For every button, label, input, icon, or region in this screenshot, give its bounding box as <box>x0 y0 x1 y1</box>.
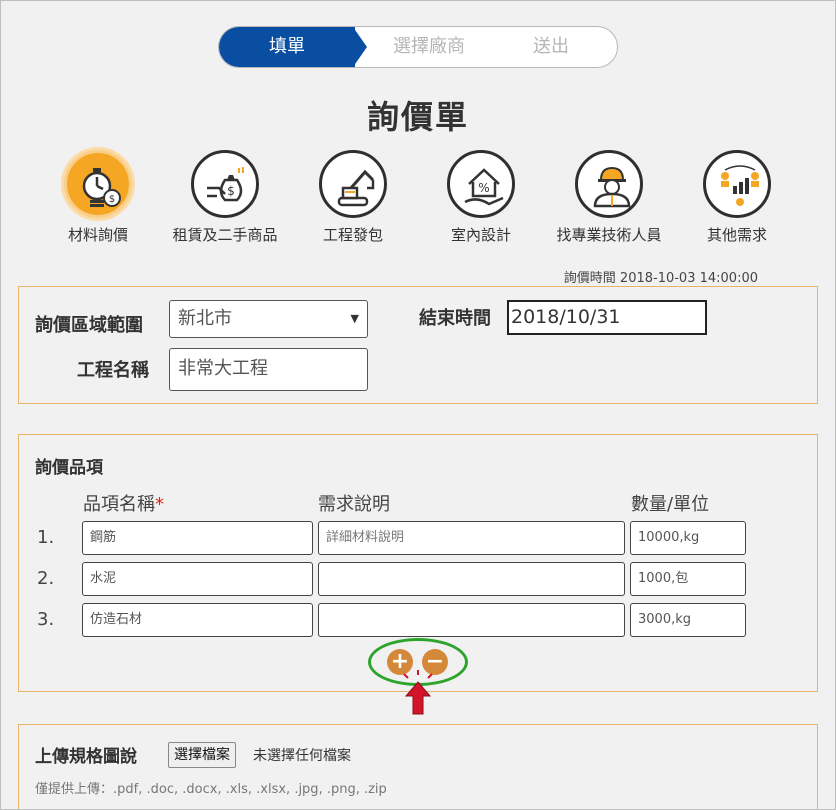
category-label: 材料詢價 <box>67 226 128 244</box>
end-time-label: 結束時間 <box>419 308 491 329</box>
timer-coins-icon: $ <box>82 168 121 207</box>
category-label: 租賃及二手商品 <box>172 226 278 244</box>
end-time-input[interactable]: 2018/10/31 <box>507 300 707 335</box>
upload-panel: 上傳規格圖說 選擇檔案 未選擇任何檔案 僅提供上傳：.pdf, .doc, .d… <box>18 724 818 810</box>
inquiry-info-panel: 詢價區域範圍 新北市 ▼ 結束時間 2018/10/31 工程名稱 非常大工程 <box>18 286 818 404</box>
worker-icon <box>593 166 631 208</box>
item-name-input[interactable]: 鋼筋 <box>82 521 313 555</box>
column-header-item-name: 品項名稱* <box>83 494 164 515</box>
money-bag-hand-icon: $ <box>207 167 244 202</box>
category-construction-contract[interactable]: 工程發包 <box>288 150 418 245</box>
items-section-title: 詢價品項 <box>35 458 103 478</box>
step-select-vendor[interactable]: 選擇廠商 <box>369 27 489 67</box>
item-quantity-input[interactable]: 3000,kg <box>630 603 746 637</box>
category-label: 找專業技術人員 <box>556 226 662 244</box>
svg-text:%: % <box>478 181 489 195</box>
item-description-input[interactable] <box>318 603 625 637</box>
category-other-needs[interactable]: 其他需求 <box>672 150 802 245</box>
category-label: 工程發包 <box>322 226 383 244</box>
required-mark: * <box>155 494 164 515</box>
item-name-input[interactable]: 仿造石材 <box>82 603 313 637</box>
no-file-text: 未選擇任何檔案 <box>253 748 351 764</box>
dropdown-caret-icon: ▼ <box>350 312 359 325</box>
chart-people-icon <box>721 165 759 206</box>
query-time: 詢價時間 2018-10-03 14:00:00 <box>563 271 758 286</box>
upload-title: 上傳規格圖說 <box>35 747 137 767</box>
row-number: 3. <box>37 609 55 630</box>
step-arrow <box>353 27 367 67</box>
column-header-description: 需求說明 <box>318 494 390 515</box>
row-number: 1. <box>37 527 55 548</box>
category-label: 其他需求 <box>706 226 767 244</box>
item-description-input[interactable] <box>318 562 625 596</box>
page-title: 詢價單 <box>366 98 469 136</box>
item-quantity-input[interactable]: 1000,包 <box>630 562 746 596</box>
project-name-input[interactable]: 非常大工程 <box>169 348 368 391</box>
category-rental-secondhand[interactable]: $ 租賃及二手商品 <box>160 150 290 245</box>
step-fill-form[interactable]: 填單 <box>219 27 355 67</box>
project-name-label: 工程名稱 <box>77 360 149 381</box>
progress-stepper: 填單 選擇廠商 送出 <box>218 26 618 68</box>
column-header-quantity: 數量/單位 <box>631 494 710 515</box>
upload-hint: 僅提供上傳：.pdf, .doc, .docx, .xls, .xlsx, .j… <box>35 782 387 797</box>
house-hand-icon: % <box>464 168 504 206</box>
click-pointer-icon <box>403 670 433 715</box>
category-material-inquiry[interactable]: $ 材料詢價 <box>33 150 163 245</box>
svg-text:$: $ <box>227 184 235 198</box>
excavator-icon <box>337 169 375 207</box>
category-interior-design[interactable]: % 室內設計 <box>416 150 546 245</box>
item-quantity-input[interactable]: 10000,kg <box>630 521 746 555</box>
item-description-input[interactable]: 詳細材料說明 <box>318 521 625 555</box>
svg-text:$: $ <box>109 194 115 205</box>
region-select[interactable]: 新北市 ▼ <box>169 300 368 338</box>
region-value: 新北市 <box>178 308 232 329</box>
region-label: 詢價區域範圍 <box>35 315 143 336</box>
row-number: 2. <box>37 568 55 589</box>
choose-file-button[interactable]: 選擇檔案 <box>168 742 236 768</box>
category-label: 室內設計 <box>450 226 511 244</box>
step-submit[interactable]: 送出 <box>501 27 601 67</box>
category-find-technician[interactable]: 找專業技術人員 <box>544 150 674 245</box>
item-name-input[interactable]: 水泥 <box>82 562 313 596</box>
